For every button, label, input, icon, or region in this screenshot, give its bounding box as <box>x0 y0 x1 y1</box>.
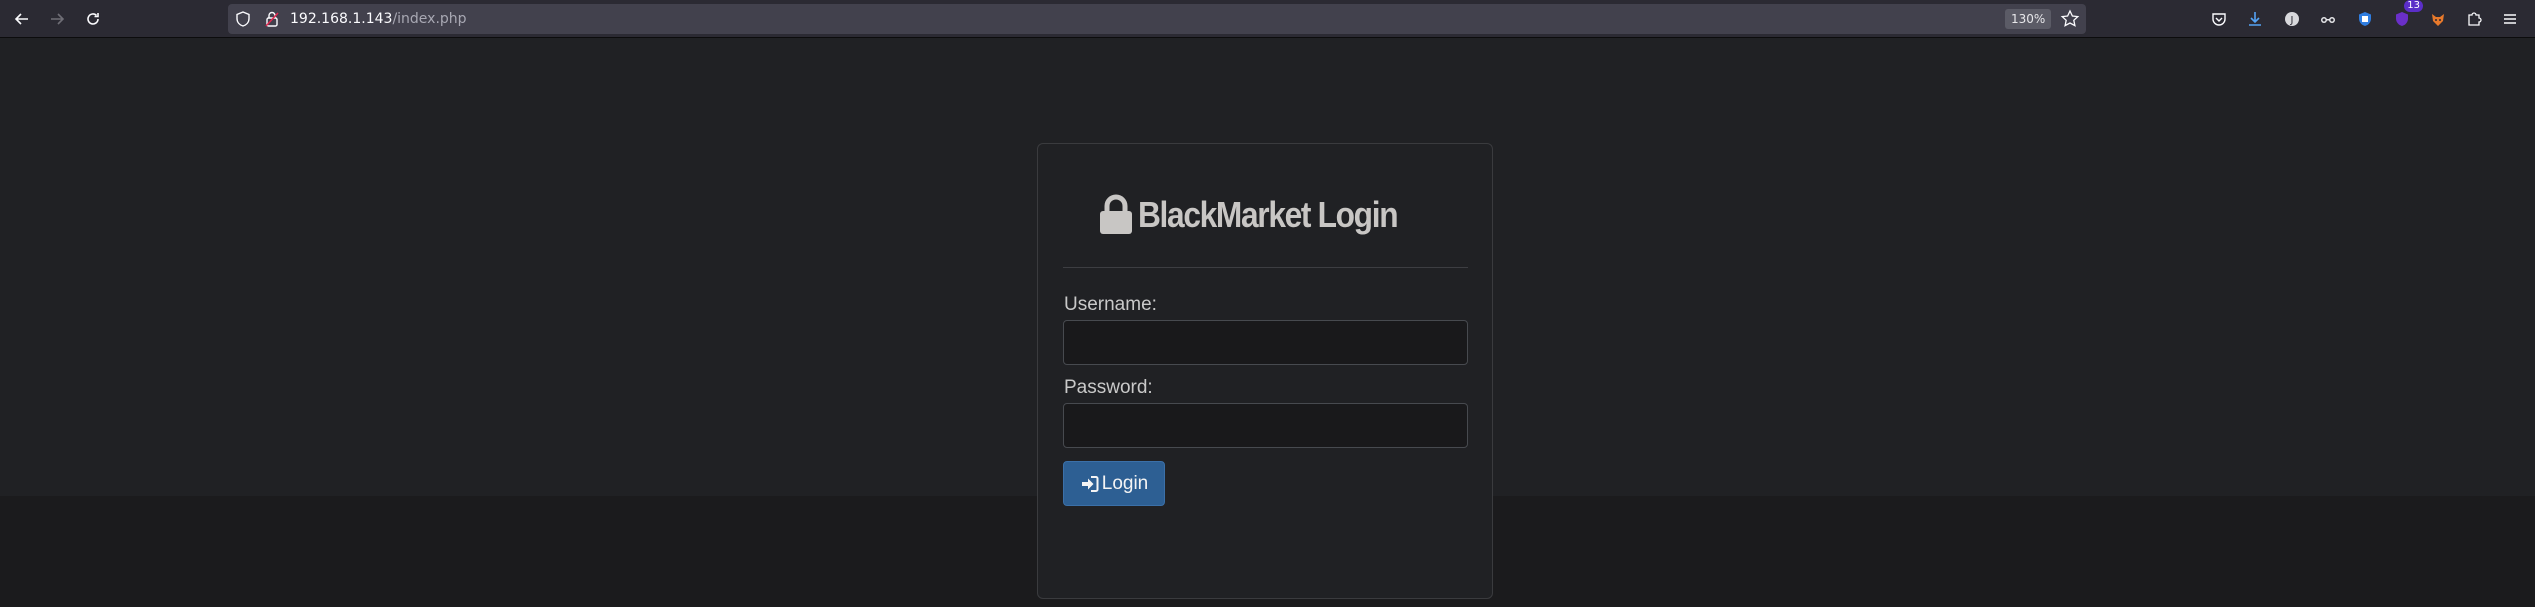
password-input[interactable] <box>1063 403 1468 448</box>
username-input[interactable] <box>1063 320 1468 365</box>
forward-button[interactable] <box>44 6 70 32</box>
login-button-label: Login <box>1101 472 1149 494</box>
shield-icon[interactable] <box>234 10 252 28</box>
account-icon: J <box>2285 12 2299 26</box>
foxy-icon <box>2432 14 2444 26</box>
reload-icon <box>87 13 99 25</box>
back-button[interactable] <box>9 6 35 32</box>
menu-icon <box>2504 14 2516 24</box>
lock-icon[interactable] <box>263 10 281 28</box>
lock-icon <box>1099 194 1132 234</box>
extension-badge: 13 <box>2404 0 2423 12</box>
url-path: /index.php <box>392 11 467 27</box>
login-heading: BlackMarket Login <box>1038 194 1492 236</box>
menu-button[interactable] <box>2497 6 2523 32</box>
pocket-icon <box>2212 13 2226 26</box>
login-button[interactable]: Login <box>1063 461 1165 506</box>
puzzle-icon <box>2468 12 2482 26</box>
sign-in-icon <box>1081 475 1099 492</box>
reload-button[interactable] <box>80 6 106 32</box>
login-panel: BlackMarket Login Username: Password: Lo… <box>1037 143 1493 599</box>
zoom-level[interactable]: 130% <box>2005 9 2052 29</box>
downloads-button[interactable] <box>2242 6 2268 32</box>
ublock-extension[interactable]: 13 <box>2389 0 2423 32</box>
username-label: Username: <box>1064 294 1157 315</box>
extension-shield-icon <box>2359 12 2371 26</box>
password-label: Password: <box>1064 377 1153 398</box>
url-text[interactable]: 192.168.1.143/index.php <box>290 11 467 27</box>
forward-icon <box>51 13 65 25</box>
star-icon[interactable] <box>2060 9 2080 29</box>
back-icon <box>14 13 28 25</box>
ublock-icon <box>2396 12 2408 26</box>
shield-extension[interactable] <box>2352 6 2378 32</box>
account-button[interactable]: J <box>2279 6 2305 32</box>
url-host: 192.168.1.143 <box>290 11 393 27</box>
glasses-extension[interactable] <box>2315 6 2341 32</box>
glasses-icon <box>2321 17 2335 23</box>
download-icon <box>2249 12 2261 26</box>
browser-toolbar: 192.168.1.143/index.php 130% J 13 <box>0 0 2535 38</box>
pocket-button[interactable] <box>2206 6 2232 32</box>
divider <box>1063 267 1468 268</box>
extensions-button[interactable] <box>2461 6 2487 32</box>
page-content: BlackMarket Login Username: Password: Lo… <box>0 38 2535 607</box>
svg-text:J: J <box>2290 15 2294 26</box>
foxy-extension[interactable] <box>2425 6 2451 32</box>
page-title: BlackMarket Login <box>1137 194 1399 235</box>
url-bar[interactable]: 192.168.1.143/index.php 130% <box>228 4 2086 34</box>
